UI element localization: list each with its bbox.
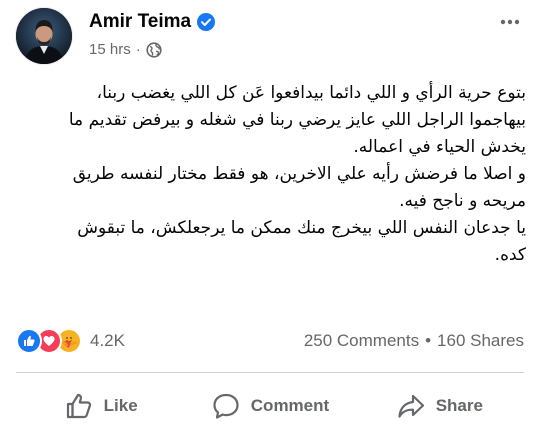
author-name[interactable]: Amir Teima — [89, 11, 191, 33]
like-label: Like — [103, 396, 138, 415]
like-reaction-icon — [16, 328, 42, 354]
author-avatar[interactable] — [16, 8, 72, 64]
globe-icon[interactable] — [146, 41, 162, 58]
comment-button[interactable]: Comment — [185, 384, 354, 428]
post-line: كده. — [494, 245, 526, 265]
post-header: Amir Teima 15 hrs · — [16, 8, 524, 64]
verified-badge-icon — [197, 13, 216, 31]
post-line: مريحه و ناجح فيه. — [399, 191, 526, 211]
reaction-count: 4.2K — [90, 331, 125, 350]
post-line: بيهاجموا الراجل اللي عايز يرضي ربنا في ش… — [68, 110, 526, 130]
like-button[interactable]: Like — [16, 384, 185, 428]
comment-icon — [211, 391, 241, 421]
author-name-row: Amir Teima — [89, 11, 216, 33]
post-meta: 15 hrs · — [89, 41, 162, 58]
share-button[interactable]: Share — [355, 384, 524, 428]
comments-count-link[interactable]: 250 Comments — [304, 331, 419, 351]
more-options-icon[interactable] — [496, 8, 524, 36]
comment-label: Comment — [250, 396, 330, 415]
post-body: بتوع حرية الرأي و اللي دائما بيدافعوا عَ… — [16, 80, 526, 269]
shares-count-link[interactable]: 160 Shares — [437, 331, 524, 351]
meta-separator: · — [135, 41, 141, 58]
post-actions: Like Comment Share — [16, 380, 524, 432]
reaction-icons — [16, 328, 82, 354]
share-icon — [396, 391, 426, 421]
stats-separator: • — [425, 331, 432, 350]
post-line: يخدش الحياء في اعماله. — [353, 137, 526, 157]
share-label: Share — [435, 396, 483, 415]
post-line: يا جدعان النفس اللي بيخرج منك ممكن ما ير… — [77, 218, 526, 238]
post-timestamp[interactable]: 15 hrs — [89, 41, 131, 58]
post-line: بتوع حرية الرأي و اللي دائما بيدافعوا عَ… — [96, 83, 526, 103]
post-line: و اصلا ما فرضش رأيه علي الاخرين، هو فقط … — [72, 164, 526, 184]
reaction-summary[interactable]: 4.2K — [16, 328, 125, 354]
engagement-stats: 250 Comments • 160 Shares — [304, 331, 524, 351]
like-icon — [64, 391, 94, 421]
reactions-bar: 4.2K 250 Comments • 160 Shares — [16, 326, 524, 356]
actions-divider — [16, 372, 524, 373]
